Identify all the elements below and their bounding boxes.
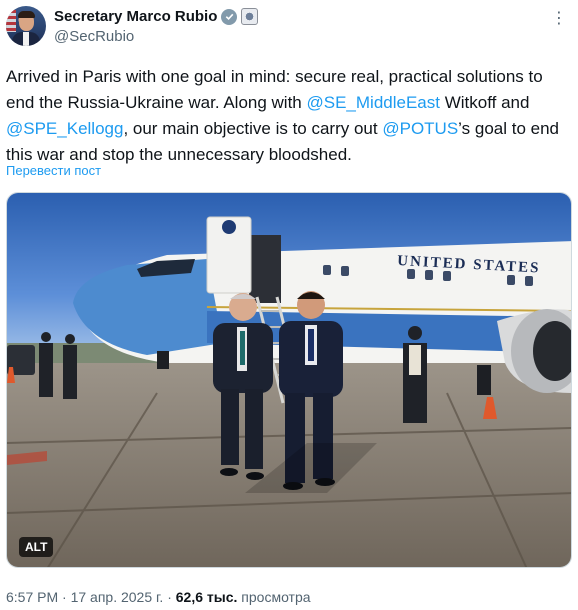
alt-text-badge[interactable]: ALT <box>19 537 54 557</box>
verified-badge-icon[interactable] <box>221 8 238 25</box>
tweet-meta: 6:57 PM · 17 апр. 2025 г. · 62,6 тыс. пр… <box>6 589 311 605</box>
tweet-header: Secretary Marco Rubio @SecRubio ⋮ <box>6 6 572 48</box>
flag-icon <box>6 10 16 32</box>
mention-link[interactable]: @POTUS <box>382 119 458 138</box>
meta-separator: · <box>58 589 71 605</box>
tweet-date[interactable]: 17 апр. 2025 г. <box>71 589 164 605</box>
more-options-icon[interactable]: ⋮ <box>551 8 568 28</box>
author-avatar[interactable] <box>6 6 46 46</box>
mention-link[interactable]: @SPE_Kellogg <box>6 119 123 138</box>
tweet-photo[interactable]: UNITED STATES ALT <box>6 192 572 568</box>
translate-post-link[interactable]: Перевести пост <box>6 163 101 178</box>
meta-separator: · <box>163 589 176 605</box>
author-handle[interactable]: @SecRubio <box>54 28 134 45</box>
views-count: 62,6 тыс. <box>175 589 238 605</box>
tweet-text-segment: Witkoff and <box>440 93 530 112</box>
author-display-name[interactable]: Secretary Marco Rubio <box>54 8 217 25</box>
tweet-text: Arrived in Paris with one goal in mind: … <box>6 64 566 168</box>
mention-link[interactable]: @SE_MiddleEast <box>307 93 441 112</box>
author-name-row: Secretary Marco Rubio <box>54 8 259 25</box>
tweet-text-segment: , our main objective is to carry out <box>123 119 383 138</box>
airport-scene-image: UNITED STATES <box>7 193 571 567</box>
tweet-time[interactable]: 6:57 PM <box>6 589 58 605</box>
views-label: просмотра <box>237 589 311 605</box>
government-seal-icon[interactable] <box>241 8 259 25</box>
